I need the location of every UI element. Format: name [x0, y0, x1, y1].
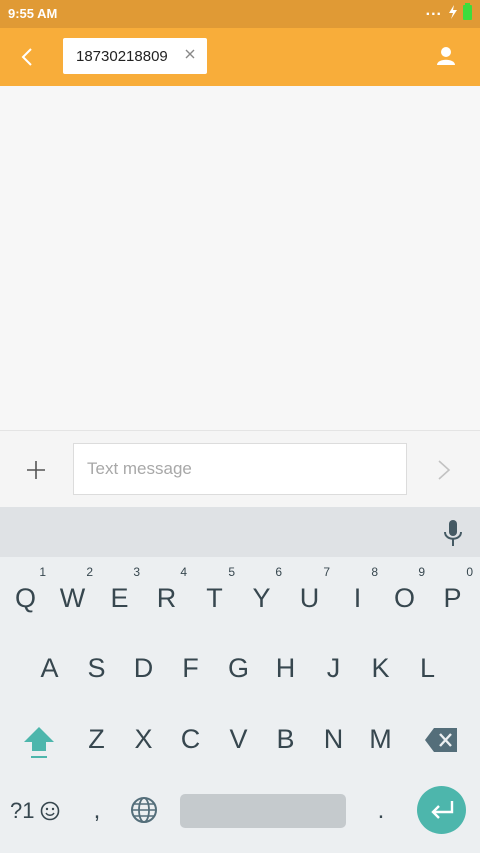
key-u[interactable]: U7: [286, 565, 333, 629]
key-o[interactable]: O9: [381, 565, 428, 629]
key-j[interactable]: J: [310, 637, 357, 699]
globe-language-icon[interactable]: [130, 796, 158, 824]
recipient-chip[interactable]: 18730218809: [63, 38, 207, 74]
key-hint: 7: [323, 565, 330, 579]
key-i[interactable]: I8: [334, 565, 381, 629]
key-label: U: [299, 583, 320, 613]
contact-person-icon[interactable]: [432, 43, 460, 71]
key-label: P: [443, 583, 462, 613]
key-r[interactable]: R4: [143, 565, 190, 629]
key-hint: 2: [86, 565, 93, 579]
comma-key[interactable]: ,: [80, 786, 114, 836]
key-q[interactable]: Q1: [2, 565, 49, 629]
back-chevron-icon[interactable]: [12, 42, 42, 72]
remove-recipient-close-icon[interactable]: [184, 48, 196, 60]
enter-key[interactable]: [417, 786, 466, 834]
key-x[interactable]: X: [120, 708, 167, 770]
key-hint: 0: [466, 565, 473, 579]
key-n[interactable]: N: [310, 708, 357, 770]
key-b[interactable]: B: [262, 708, 309, 770]
period-key[interactable]: .: [364, 786, 398, 836]
status-overflow-dots: ...: [425, 2, 442, 19]
add-attachment-plus-icon[interactable]: [24, 458, 48, 482]
soft-keyboard: Q1 W2 E3 R4 T5 Y6 U7 I8 O9 P0 A S D F G …: [0, 557, 480, 853]
key-label: W: [59, 583, 86, 613]
key-label: Q: [14, 583, 36, 613]
key-label: O: [393, 583, 415, 613]
key-l[interactable]: L: [404, 637, 451, 699]
key-hint: 6: [275, 565, 282, 579]
status-bar: 9:55 AM ...: [0, 0, 480, 28]
status-time: 9:55 AM: [8, 6, 58, 21]
space-bar[interactable]: [180, 794, 346, 828]
key-p[interactable]: P0: [429, 565, 476, 629]
key-label: T: [206, 583, 223, 613]
conversation-area: [0, 86, 480, 430]
emoji-smiley-icon[interactable]: [40, 801, 60, 821]
shift-arrow-icon[interactable]: [22, 725, 56, 761]
key-w[interactable]: W2: [49, 565, 96, 629]
key-label: I: [353, 583, 362, 613]
battery-icon: [463, 3, 472, 20]
key-label: E: [110, 583, 129, 613]
key-v[interactable]: V: [215, 708, 262, 770]
key-y[interactable]: Y6: [238, 565, 285, 629]
key-z[interactable]: Z: [73, 708, 120, 770]
key-m[interactable]: M: [357, 708, 404, 770]
key-h[interactable]: H: [262, 637, 309, 699]
key-hint: 9: [418, 565, 425, 579]
key-hint: 4: [180, 565, 187, 579]
key-k[interactable]: K: [357, 637, 404, 699]
key-g[interactable]: G: [215, 637, 262, 699]
backspace-icon[interactable]: [424, 727, 459, 753]
charging-bolt-icon: [449, 5, 457, 19]
key-hint: 8: [371, 565, 378, 579]
key-d[interactable]: D: [120, 637, 167, 699]
key-c[interactable]: C: [167, 708, 214, 770]
key-a[interactable]: A: [26, 637, 73, 699]
key-hint: 5: [228, 565, 235, 579]
key-hint: 1: [39, 565, 46, 579]
symbols-key-label: ?1: [10, 798, 35, 823]
key-hint: 3: [133, 565, 140, 579]
message-composer: [0, 430, 480, 508]
enter-return-icon: [431, 801, 454, 819]
key-e[interactable]: E3: [96, 565, 143, 629]
key-f[interactable]: F: [167, 637, 214, 699]
recipient-number: 18730218809: [76, 48, 168, 65]
keyboard-suggestion-strip: [0, 507, 480, 557]
app-toolbar: 18730218809: [0, 28, 480, 86]
send-chevron-right-icon[interactable]: [434, 458, 454, 482]
microphone-icon[interactable]: [440, 518, 466, 548]
key-s[interactable]: S: [73, 637, 120, 699]
text-message-input[interactable]: [73, 443, 407, 495]
key-label: Y: [252, 583, 271, 613]
key-label: R: [156, 583, 177, 613]
key-t[interactable]: T5: [191, 565, 238, 629]
